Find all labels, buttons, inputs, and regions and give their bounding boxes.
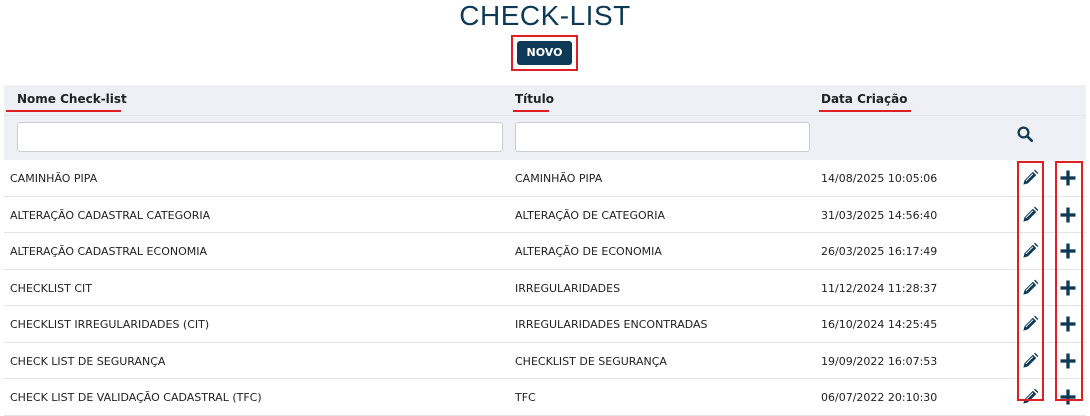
table-row: CHECKLIST CIT IRREGULARIDADES 11/12/2024 1…: [4, 270, 1086, 306]
table-row: ALTERAÇÃO CADASTRAL ECONOMIA ALTERAÇÃO DE…: [4, 233, 1086, 270]
cell-title: ALTERAÇÃO DE ECONOMIA: [515, 245, 662, 258]
cell-created: 19/09/2022 16:07:53: [821, 354, 938, 368]
cell-title: ALTERAÇÃO DE CATEGORIA: [515, 208, 666, 222]
cell-title: IRREGULARIDADES ENCONTRADAS: [515, 318, 708, 331]
cell-created: 16/10/2024 14:25:45: [821, 318, 938, 331]
column-header-title[interactable]: Título: [515, 92, 554, 106]
table-row: CAMINHÃO PIPA CAMINHÃO PIPA 14/08/2025 10:…: [4, 160, 1086, 197]
checklist-table: Nome Check-list Título Data Criação CAMI…: [4, 85, 1086, 416]
table-header: Nome Check-list Título Data Criação: [4, 85, 1086, 115]
add-column-highlight: [1055, 161, 1083, 401]
filter-title-input[interactable]: [515, 122, 810, 152]
edit-column-highlight: [1017, 161, 1044, 401]
new-checklist-button[interactable]: NOVO: [517, 41, 572, 65]
table-body: CAMINHÃO PIPA CAMINHÃO PIPA 14/08/2025 10:…: [4, 160, 1086, 416]
new-button-highlight: NOVO: [511, 35, 578, 71]
table-row: CHECK LIST DE VALIDAÇÃO CADASTRAL (TFC) T…: [4, 379, 1086, 416]
cell-title: CHECKLIST DE SEGURANÇA: [515, 354, 667, 368]
table-row: CHECKLIST IRREGULARIDADES (CIT) IRREGULAR…: [4, 306, 1086, 343]
cell-title: TFC: [515, 391, 536, 404]
cell-created: 26/03/2025 16:17:49: [821, 245, 938, 258]
cell-name: CHECK LIST DE VALIDAÇÃO CADASTRAL (TFC): [10, 391, 262, 404]
cell-created: 11/12/2024 11:28:37: [821, 281, 938, 295]
cell-name: CHECKLIST CIT: [10, 281, 93, 295]
table-row: ALTERAÇÃO CADASTRAL CATEGORIA ALTERAÇÃO D…: [4, 197, 1086, 233]
column-header-created[interactable]: Data Criação: [821, 92, 907, 106]
table-row: CHECK LIST DE SEGURANÇA CHECKLIST DE SEGU…: [4, 343, 1086, 379]
cell-name: ALTERAÇÃO CADASTRAL ECONOMIA: [10, 245, 207, 258]
cell-name: CHECK LIST DE SEGURANÇA: [10, 354, 166, 368]
cell-name: CAMINHÃO PIPA: [10, 172, 98, 185]
header-underline-name: [6, 110, 121, 112]
filter-row: [4, 115, 1086, 160]
cell-title: IRREGULARIDADES: [515, 281, 621, 295]
column-header-name[interactable]: Nome Check-list: [17, 92, 127, 106]
cell-created: 14/08/2025 10:05:06: [821, 172, 938, 185]
cell-created: 31/03/2025 14:56:40: [821, 208, 938, 222]
header-underline-created: [819, 110, 911, 112]
search-icon[interactable]: [1016, 125, 1034, 143]
page-title: CHECK-LIST: [459, 0, 631, 31]
cell-name: ALTERAÇÃO CADASTRAL CATEGORIA: [10, 208, 211, 222]
cell-title: CAMINHÃO PIPA: [515, 172, 603, 185]
cell-name: CHECKLIST IRREGULARIDADES (CIT): [10, 318, 210, 331]
header-underline-title: [513, 110, 549, 112]
cell-created: 06/07/2022 20:10:30: [821, 391, 938, 404]
filter-name-input[interactable]: [17, 122, 503, 152]
